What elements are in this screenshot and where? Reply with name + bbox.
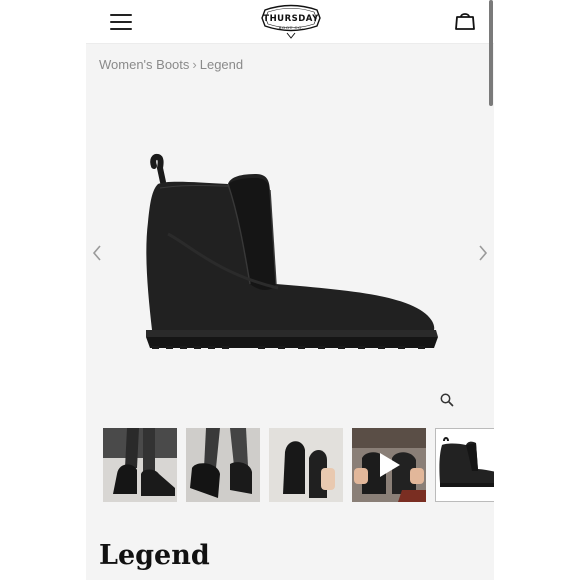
thumbnail-strip [103,428,494,502]
site-header: THURSDAY BOOT CO. [86,0,494,44]
logo-wordmark: THURSDAY [263,14,319,24]
brand-logo[interactable]: THURSDAY BOOT CO. [259,2,323,42]
hamburger-menu-icon[interactable] [110,12,132,32]
right-margin [494,0,580,580]
breadcrumb-separator: › [192,57,197,72]
left-margin [0,0,86,580]
product-title: Legend [99,540,210,571]
thumb-lifestyle-2[interactable] [186,428,260,502]
mobile-page: THURSDAY BOOT CO. Women's Boots›Legend [86,0,494,580]
thumb-product[interactable] [435,428,494,502]
chelsea-boot-image[interactable] [138,124,448,349]
chevron-left-icon[interactable] [91,244,103,262]
breadcrumb: Women's Boots › Legend [99,57,243,72]
breadcrumb-link-womens-boots[interactable]: Women's Boots [99,57,189,72]
chevron-right-icon[interactable] [477,244,489,262]
play-icon [374,451,404,479]
shopping-bag-icon[interactable] [454,10,476,32]
thumb-lifestyle-3[interactable] [269,428,343,502]
magnify-icon[interactable] [439,392,455,408]
thumb-video[interactable] [352,428,426,502]
logo-subtext: BOOT CO. [278,25,304,30]
breadcrumb-current-legend: Legend [199,57,244,72]
thumb-lifestyle-1[interactable] [103,428,177,502]
product-image-gallery [86,88,494,418]
